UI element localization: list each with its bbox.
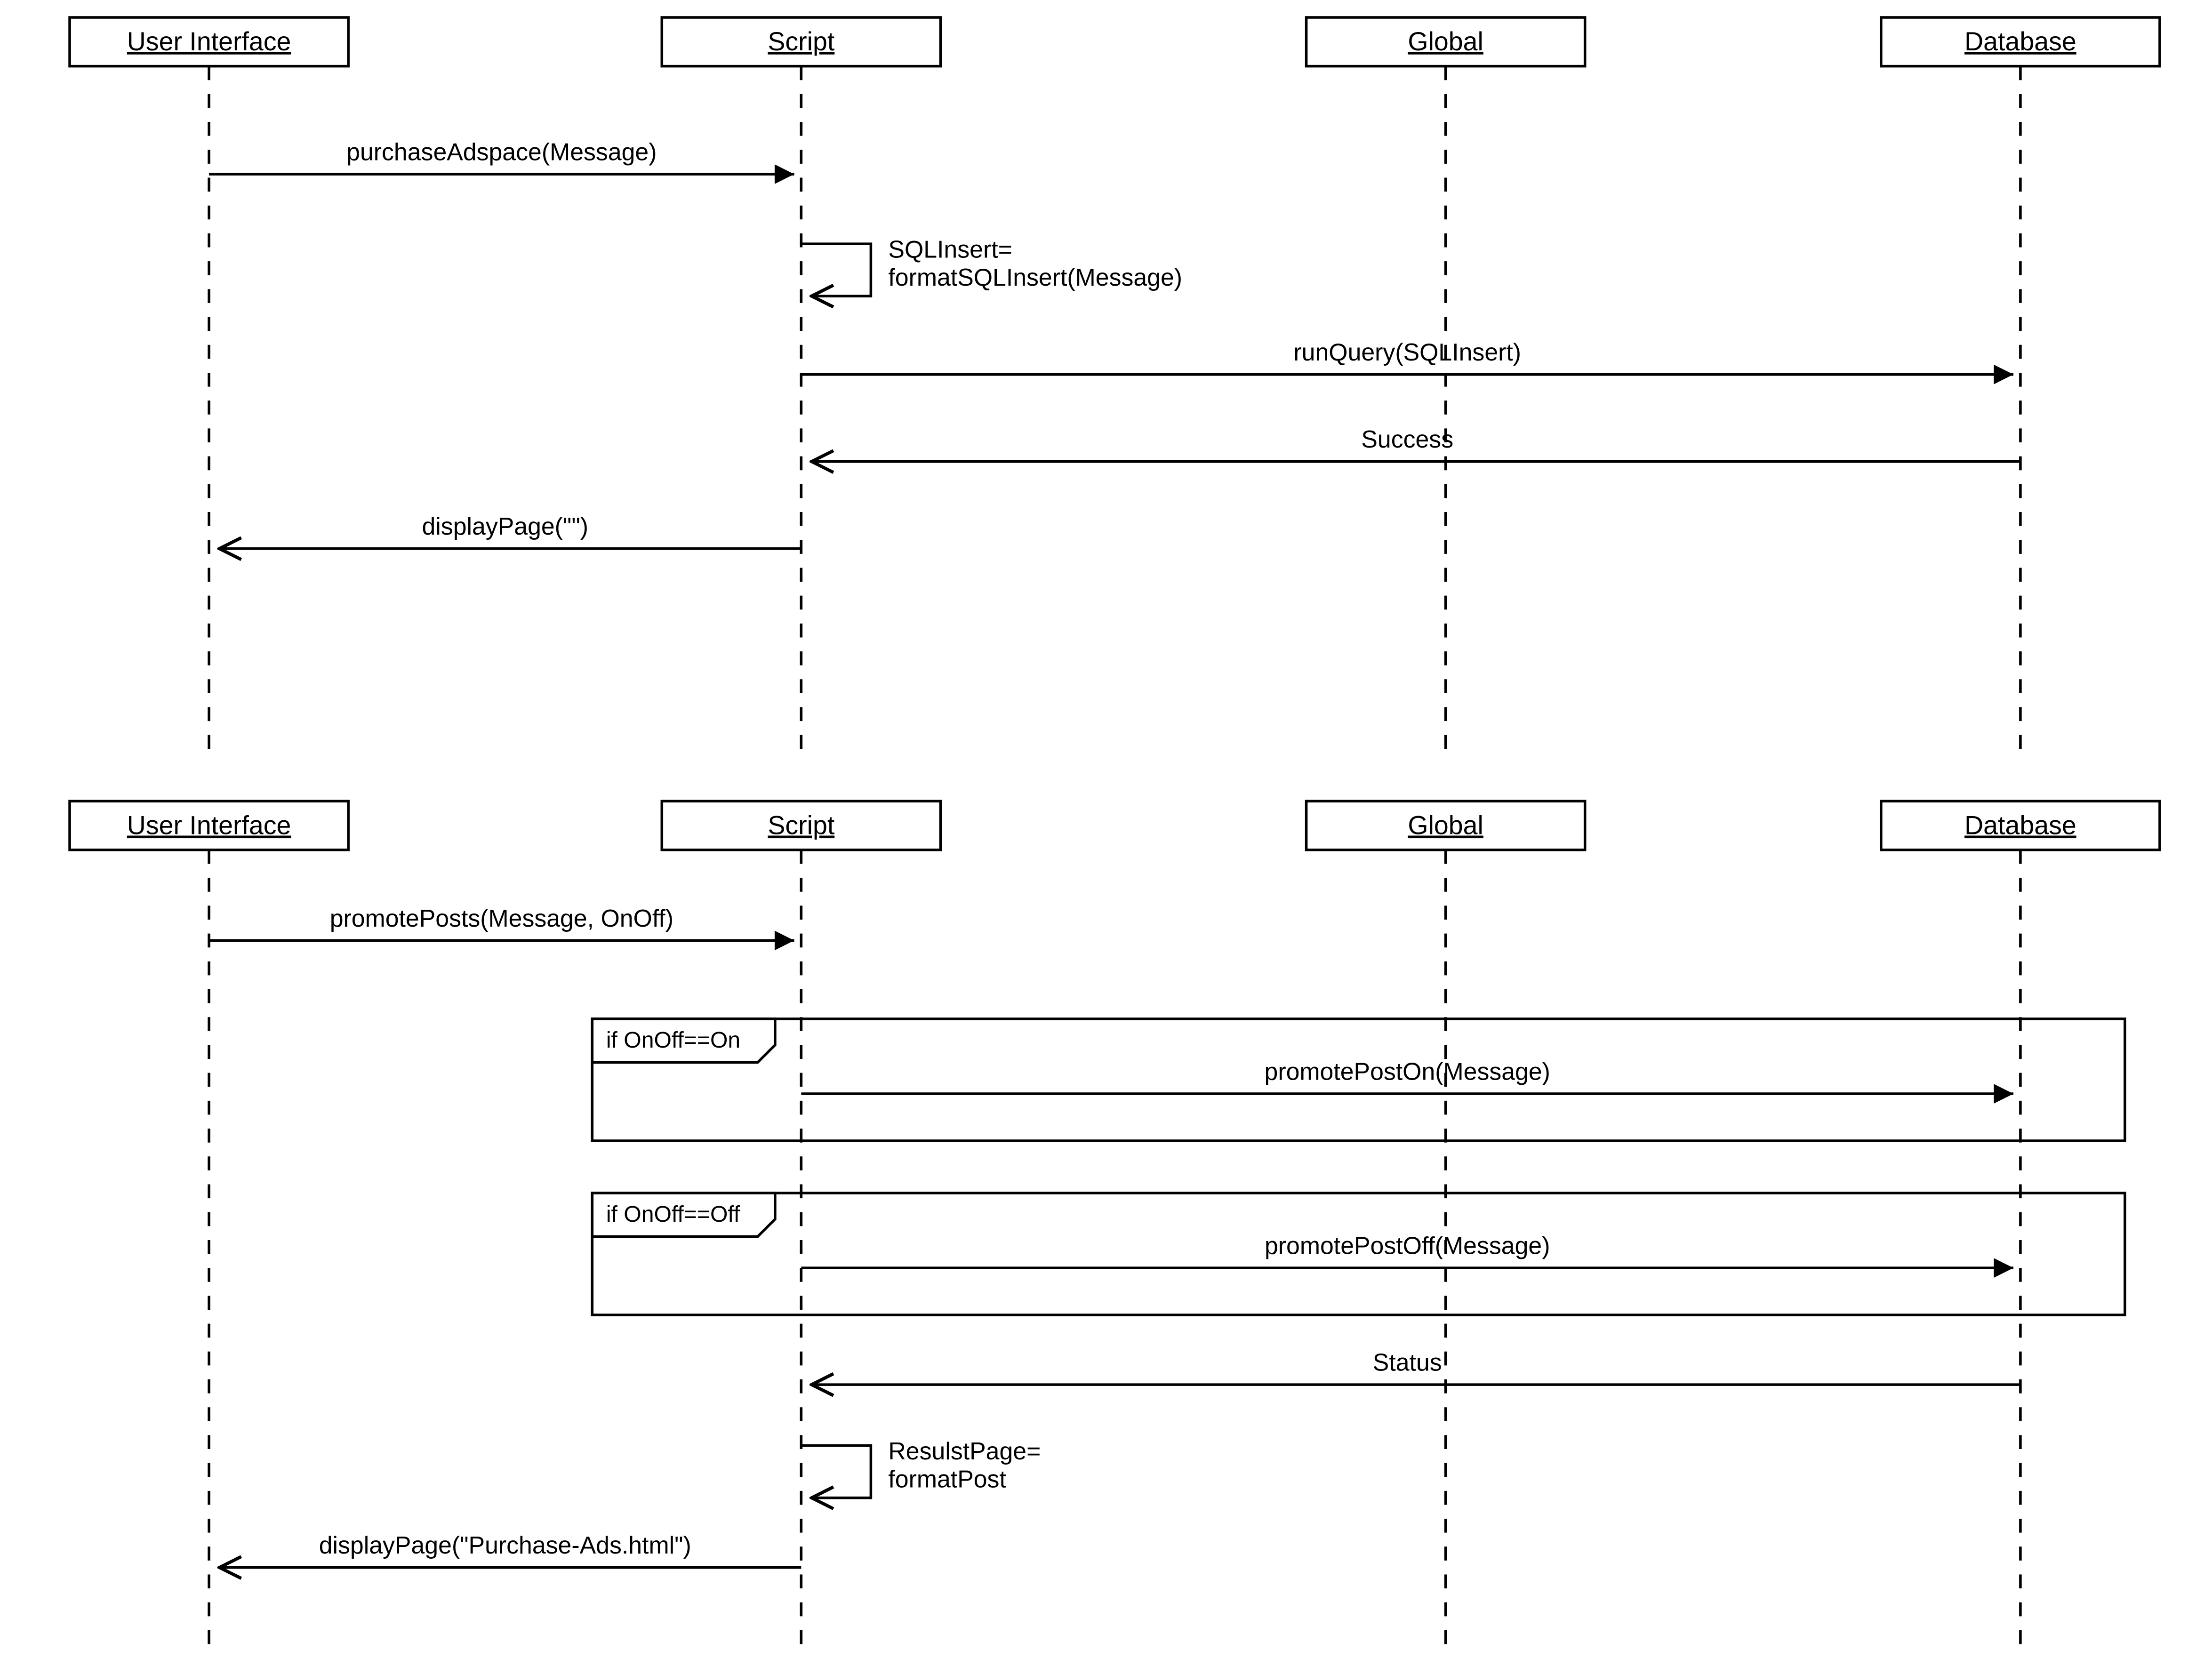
svg-text:User Interface: User Interface [127, 27, 291, 56]
sequence-diagrams: User Interface Script Global Database pu… [0, 0, 2212, 1665]
fragment-off: if OnOff==Off promotePostOff(Message) [592, 1193, 2125, 1315]
svg-text:Database: Database [1964, 27, 2076, 56]
svg-text:ResulstPage=: ResulstPage= [888, 1437, 1041, 1465]
msg-purchaseAdspace: purchaseAdspace(Message) [209, 138, 794, 174]
svg-text:if OnOff==On: if OnOff==On [606, 1027, 740, 1053]
svg-text:SQLInsert=: SQLInsert= [888, 236, 1012, 263]
svg-text:purchaseAdspace(Message): purchaseAdspace(Message) [346, 138, 657, 165]
lifeline-ui-2: User Interface [70, 801, 348, 1654]
svg-text:Database: Database [1964, 811, 2076, 840]
msg-self-resultspage: ResulstPage= formatPost [801, 1437, 1041, 1498]
svg-text:formatSQLInsert(Message): formatSQLInsert(Message) [888, 264, 1182, 291]
diagram-2: User Interface Script Global Database pr… [70, 801, 2160, 1654]
fragment-on: if OnOff==On promotePostOn(Message) [592, 1019, 2125, 1141]
svg-text:promotePosts(Message, OnOff): promotePosts(Message, OnOff) [330, 905, 673, 932]
svg-text:User Interface: User Interface [127, 811, 291, 840]
svg-text:displayPage(""): displayPage("") [422, 513, 588, 540]
diagram-1: User Interface Script Global Database pu… [70, 17, 2160, 749]
msg-displayPage-2: displayPage("Purchase-Ads.html") [219, 1531, 801, 1568]
svg-text:displayPage("Purchase-Ads.html: displayPage("Purchase-Ads.html") [319, 1531, 691, 1559]
lifeline-global-2: Global [1306, 801, 1585, 1654]
msg-success: Success [812, 425, 2020, 462]
svg-text:runQuery(SQLInsert): runQuery(SQLInsert) [1293, 338, 1521, 366]
svg-text:promotePostOff(Message): promotePostOff(Message) [1265, 1232, 1550, 1259]
svg-text:Global: Global [1408, 27, 1483, 56]
svg-text:Script: Script [768, 811, 834, 840]
msg-status: Status [812, 1349, 2020, 1385]
svg-text:formatPost: formatPost [888, 1465, 1006, 1492]
svg-text:Status: Status [1373, 1349, 1442, 1376]
msg-promotePosts: promotePosts(Message, OnOff) [209, 905, 794, 941]
msg-promotePostOn: promotePostOn(Message) [801, 1057, 2013, 1094]
msg-promotePostOff: promotePostOff(Message) [801, 1232, 2013, 1268]
svg-text:Success: Success [1361, 425, 1453, 453]
lifeline-ui: User Interface [70, 17, 348, 749]
svg-text:Global: Global [1408, 811, 1483, 840]
svg-text:promotePostOn(Message): promotePostOn(Message) [1265, 1057, 1550, 1085]
msg-displayPage-1: displayPage("") [219, 513, 801, 549]
svg-text:Script: Script [768, 27, 834, 56]
lifeline-script: Script [662, 17, 940, 749]
svg-text:if OnOff==Off: if OnOff==Off [606, 1201, 740, 1227]
lifeline-db-2: Database [1881, 801, 2160, 1654]
msg-runQuery: runQuery(SQLInsert) [801, 338, 2013, 375]
lifeline-global: Global [1306, 17, 1585, 749]
lifeline-db: Database [1881, 17, 2160, 749]
msg-self-sqlinsert: SQLInsert= formatSQLInsert(Message) [801, 236, 1182, 296]
